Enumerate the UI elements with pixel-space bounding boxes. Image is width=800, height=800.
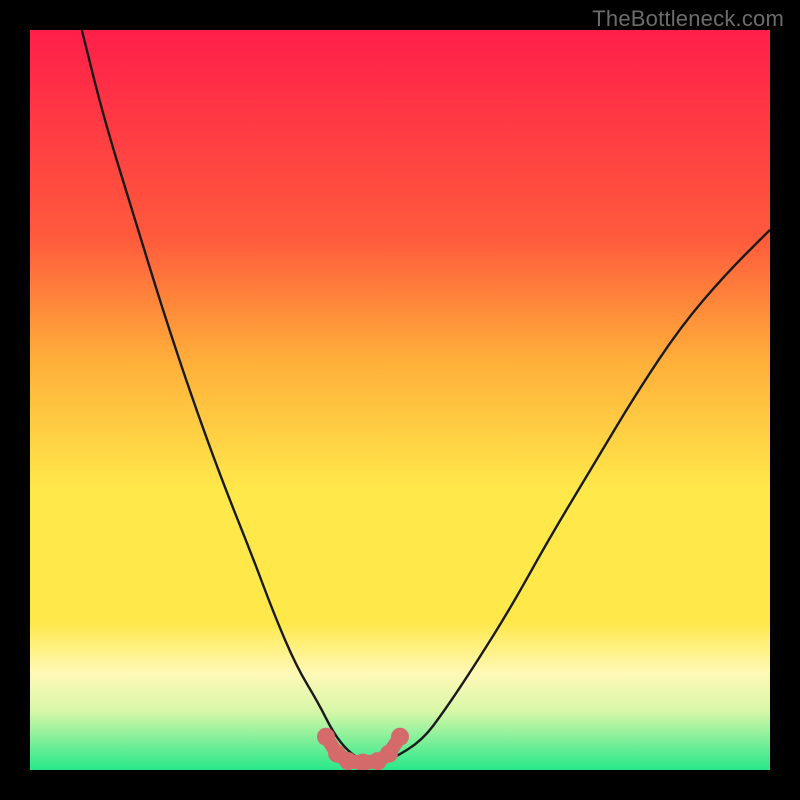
watermark-text: TheBottleneck.com [592,6,784,32]
minimum-marker [380,745,398,763]
chart-frame: TheBottleneck.com [0,0,800,800]
minimum-marker [317,728,335,746]
bottleneck-chart [30,30,770,770]
minimum-marker [391,728,409,746]
plot-area [30,30,770,770]
gradient-background [30,30,770,770]
